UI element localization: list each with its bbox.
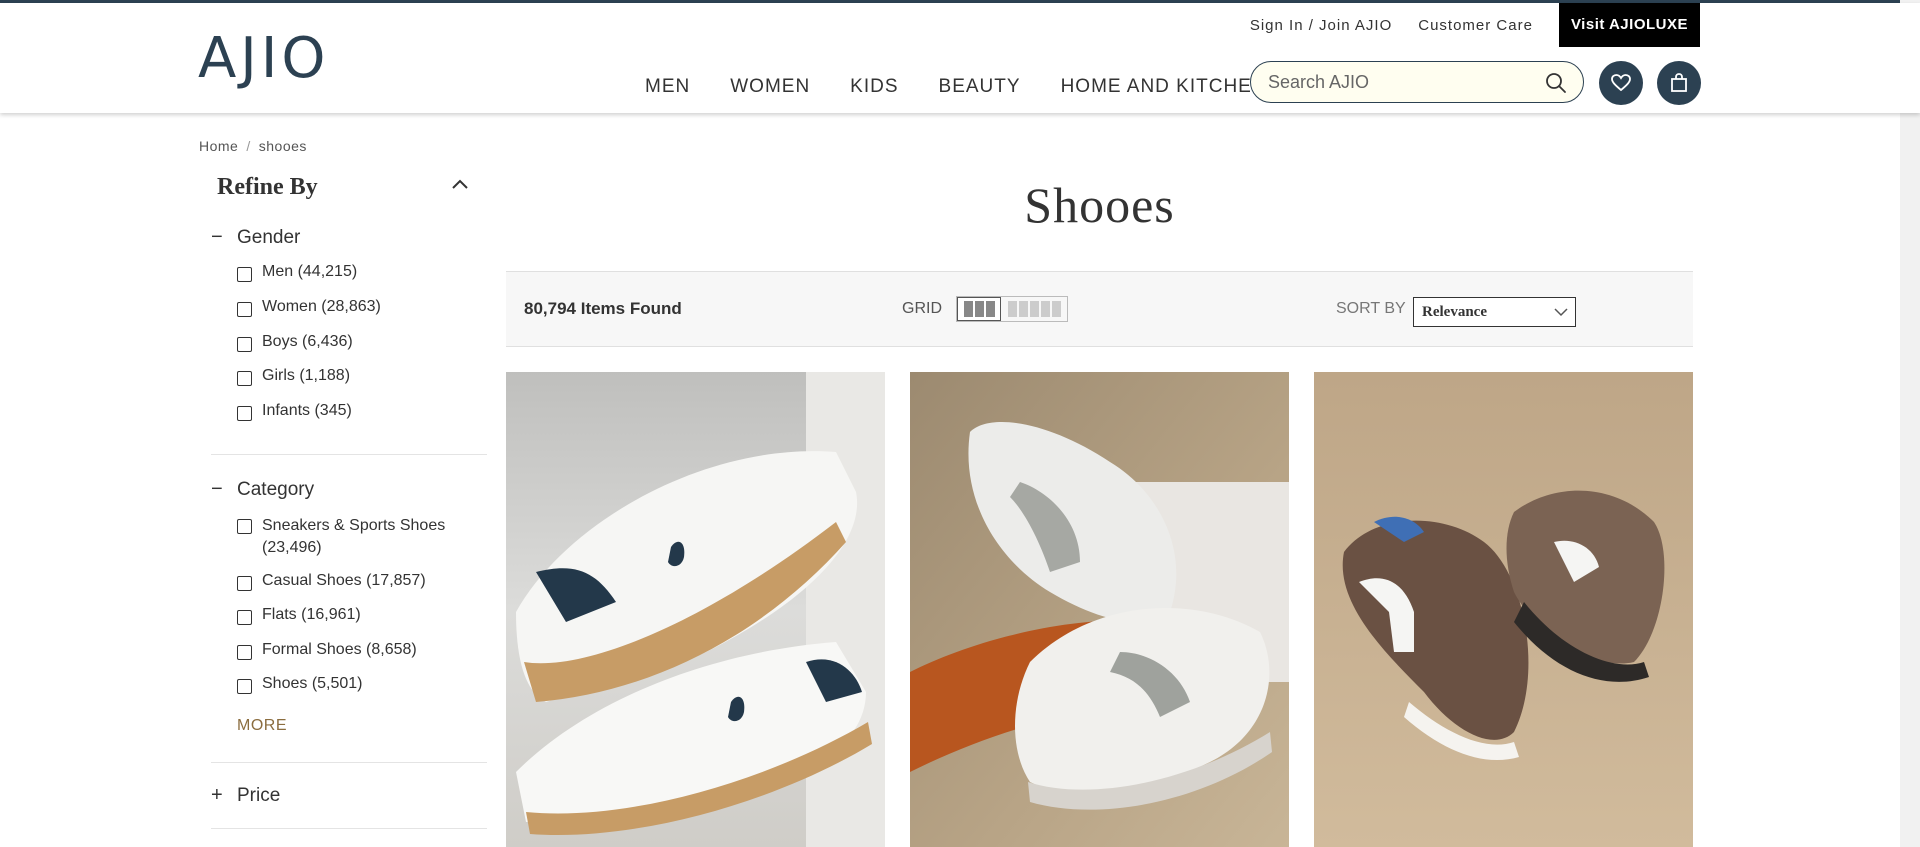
facet-price[interactable]: + Price <box>211 784 280 807</box>
nav-kids[interactable]: KIDS <box>850 76 898 98</box>
filter-option-formal-shoes[interactable]: Formal Shoes (8,658) <box>237 641 417 660</box>
breadcrumb-current: shooes <box>258 138 307 154</box>
facet-gender-label: Gender <box>237 227 301 248</box>
divider <box>211 828 487 829</box>
grid-toggle <box>956 296 1068 322</box>
grid-5-column-icon[interactable] <box>1001 297 1067 321</box>
checkbox[interactable] <box>237 371 252 386</box>
more-categories-link[interactable]: MORE <box>237 717 287 735</box>
chevron-up-icon[interactable] <box>451 178 469 190</box>
filter-option-shoes[interactable]: Shoes (5,501) <box>237 675 363 694</box>
checkbox[interactable] <box>237 406 252 421</box>
option-label: Sneakers & Sports Shoes (23,496) <box>262 517 446 556</box>
option-label: Flats (16,961) <box>262 606 361 623</box>
product-image-white-sneakers[interactable] <box>506 372 885 847</box>
ajio-logo[interactable]: AJIO <box>198 29 329 89</box>
option-label: Formal Shoes (8,658) <box>262 641 417 658</box>
sort-select-value: Relevance <box>1422 304 1487 320</box>
main-nav: MEN WOMEN KIDS BEAUTY HOME AND KITCHEN <box>645 76 1307 98</box>
option-label: Boys (6,436) <box>262 333 353 350</box>
checkbox[interactable] <box>237 337 252 352</box>
divider <box>211 762 487 763</box>
checkbox[interactable] <box>237 267 252 282</box>
option-label: Men (44,215) <box>262 263 358 280</box>
nav-beauty[interactable]: BEAUTY <box>939 76 1021 98</box>
breadcrumb-home[interactable]: Home <box>199 138 238 154</box>
items-found-count: 80,794 Items Found <box>524 299 682 318</box>
nav-men[interactable]: MEN <box>645 76 690 98</box>
bag-icon <box>1671 73 1687 92</box>
checkbox[interactable] <box>237 679 252 694</box>
top-links: Sign In / Join AJIO Customer Care Visit … <box>1250 3 1700 47</box>
option-label: Infants (345) <box>262 402 352 419</box>
sort-select[interactable]: Relevance <box>1413 297 1576 327</box>
visit-ajioluxe-button[interactable]: Visit AJIOLUXE <box>1558 3 1700 47</box>
chevron-down-icon <box>1554 308 1568 317</box>
grid-3-column-icon[interactable] <box>957 297 1001 321</box>
refine-by-title: Refine By <box>217 174 318 200</box>
option-label: Girls (1,188) <box>262 367 351 384</box>
filter-option-casual-shoes[interactable]: Casual Shoes (17,857) <box>237 572 426 591</box>
heart-icon <box>1611 74 1631 92</box>
checkbox[interactable] <box>237 610 252 625</box>
expand-price-icon: + <box>211 784 223 806</box>
nav-home-and-kitchen[interactable]: HOME AND KITCHEN <box>1061 76 1267 98</box>
search-input[interactable] <box>1266 71 1530 94</box>
checkbox[interactable] <box>237 645 252 660</box>
facet-gender[interactable]: − Gender <box>211 226 300 249</box>
filter-option-women[interactable]: Women (28,863) <box>237 298 381 317</box>
nav-women[interactable]: WOMEN <box>730 76 810 98</box>
search-icon[interactable] <box>1545 72 1567 94</box>
grid-label: GRID <box>902 300 942 317</box>
checkbox[interactable] <box>237 576 252 591</box>
product-card[interactable] <box>910 372 1289 847</box>
filter-option-flats[interactable]: Flats (16,961) <box>237 606 361 625</box>
sign-in-link[interactable]: Sign In / Join AJIO <box>1250 17 1392 34</box>
facet-price-label: Price <box>237 785 281 806</box>
product-image-grey-sneakers[interactable] <box>910 372 1289 847</box>
filter-option-men[interactable]: Men (44,215) <box>237 263 357 282</box>
facet-category[interactable]: − Category <box>211 478 314 501</box>
option-label: Shoes (5,501) <box>262 675 363 692</box>
search-box <box>1250 61 1584 103</box>
breadcrumb: Home / shooes <box>199 138 307 154</box>
bag-button[interactable] <box>1657 61 1701 105</box>
sort-by-label: SORT BY <box>1336 300 1406 317</box>
divider <box>211 454 487 455</box>
collapse-gender-icon: − <box>211 226 223 248</box>
checkbox[interactable] <box>237 519 252 534</box>
filter-option-boys[interactable]: Boys (6,436) <box>237 333 353 352</box>
collapse-category-icon: − <box>211 478 223 500</box>
customer-care-link[interactable]: Customer Care <box>1418 17 1533 34</box>
option-label: Casual Shoes (17,857) <box>262 572 426 589</box>
product-image-brown-sneakers[interactable] <box>1314 372 1693 847</box>
filter-option-sneakers[interactable]: Sneakers & Sports Shoes (23,496) <box>237 515 457 559</box>
results-toolbar: 80,794 Items Found GRID SORT BY Relevanc… <box>506 271 1693 347</box>
breadcrumb-separator: / <box>246 138 251 154</box>
page-scrollbar[interactable] <box>1900 0 1920 847</box>
site-header: AJIO Sign In / Join AJIO Customer Care V… <box>0 3 1920 113</box>
wishlist-button[interactable] <box>1599 61 1643 105</box>
facet-category-label: Category <box>237 479 315 500</box>
checkbox[interactable] <box>237 302 252 317</box>
product-card[interactable] <box>506 372 885 847</box>
page-title: Shooes <box>1024 177 1175 233</box>
filter-option-girls[interactable]: Girls (1,188) <box>237 367 350 386</box>
filter-option-infants[interactable]: Infants (345) <box>237 402 352 421</box>
option-label: Women (28,863) <box>262 298 381 315</box>
product-card[interactable] <box>1314 372 1693 847</box>
